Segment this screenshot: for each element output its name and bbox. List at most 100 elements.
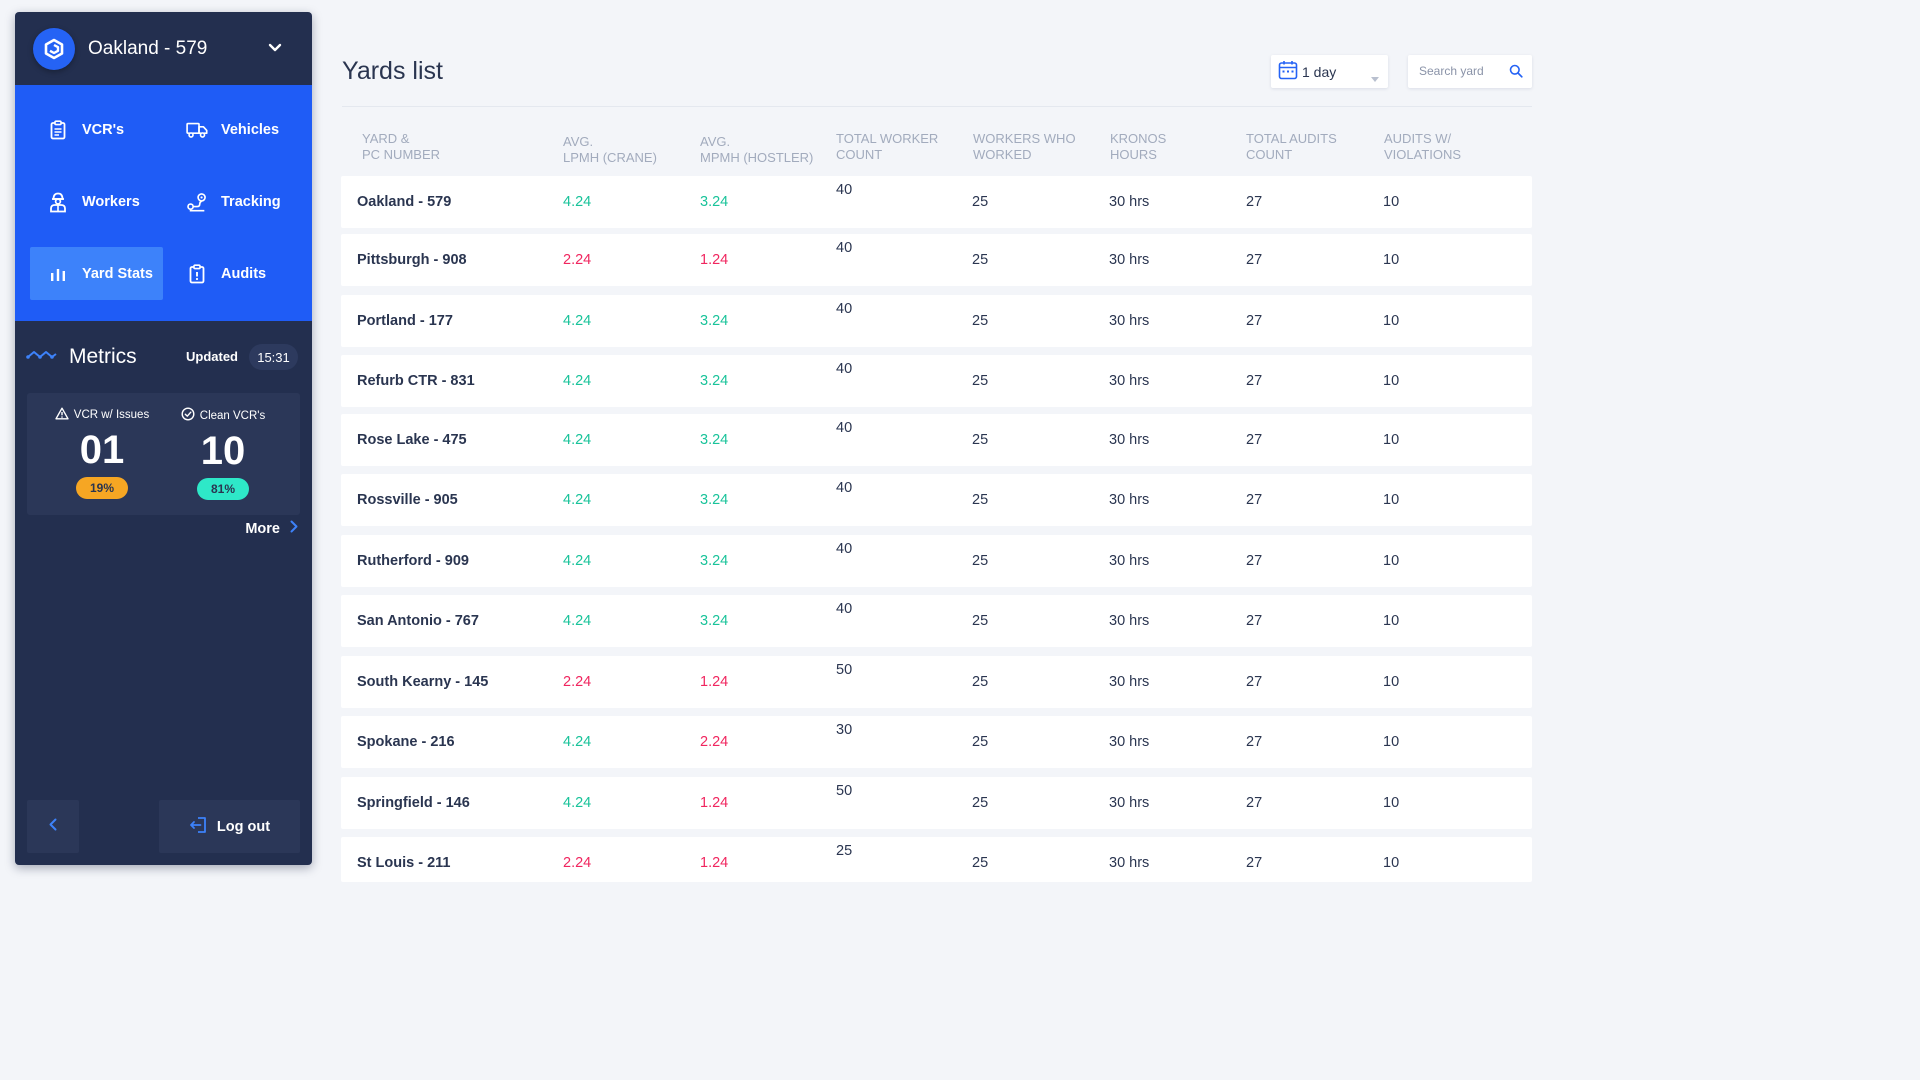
mpmh-cell: 1.24 [700, 795, 729, 811]
total-worker-count-cell: 40 [836, 240, 853, 256]
truck-icon [186, 119, 208, 141]
total-worker-count-cell: 40 [836, 420, 853, 436]
total-audits-count-cell: 27 [1246, 432, 1263, 448]
header-divider [342, 106, 1532, 107]
search-icon[interactable] [1509, 64, 1523, 83]
total-audits-count-cell: 27 [1246, 373, 1263, 389]
workers-who-worked-cell: 25 [972, 553, 989, 569]
audits-with-violations-cell: 10 [1383, 674, 1400, 690]
workers-who-worked-cell: 25 [972, 734, 989, 750]
kronos-hours-cell: 30 hrs [1109, 553, 1150, 569]
logout-button[interactable]: Log out [159, 800, 300, 853]
audits-with-violations-cell: 10 [1383, 492, 1400, 508]
vcr-issues-label: VCR w/ Issues [73, 409, 150, 421]
lpmh-cell: 4.24 [563, 194, 592, 210]
nav-item-vcrs[interactable]: VCR's [30, 103, 163, 156]
table-row[interactable]: Oakland - 579 4.24 3.24 40 25 30 hrs 27 … [341, 176, 1532, 228]
period-select[interactable]: 1 day [1271, 55, 1388, 88]
workers-who-worked-cell: 25 [972, 432, 989, 448]
kronos-hours-cell: 30 hrs [1109, 492, 1150, 508]
kronos-hours-cell: 30 hrs [1109, 252, 1150, 268]
yard-name-cell: Pittsburgh - 908 [357, 252, 467, 268]
yard-name-cell: Rossville - 905 [357, 492, 458, 508]
yard-name-cell: Oakland - 579 [357, 194, 452, 210]
check-circle-icon [181, 407, 200, 424]
app-logo-icon [33, 27, 75, 70]
column-header-yard[interactable]: YARD & PC NUMBER [362, 131, 440, 163]
workers-who-worked-cell: 25 [972, 613, 989, 629]
column-header-total-audits-count[interactable]: TOTAL AUDITS COUNT [1246, 131, 1337, 163]
collapse-sidebar-button[interactable] [27, 800, 79, 853]
table-row[interactable]: Rose Lake - 475 4.24 3.24 40 25 30 hrs 2… [341, 414, 1532, 466]
column-header-total-worker-count[interactable]: TOTAL WORKER COUNT [836, 131, 938, 163]
lpmh-cell: 2.24 [563, 674, 592, 690]
yard-name-cell: Springfield - 146 [357, 795, 470, 811]
audits-with-violations-cell: 10 [1383, 734, 1400, 750]
chevron-down-icon[interactable] [268, 40, 282, 58]
nav-item-audits[interactable]: Audits [169, 247, 302, 300]
yard-name-cell: Portland - 177 [357, 313, 453, 329]
total-audits-count-cell: 27 [1246, 734, 1263, 750]
table-row[interactable]: Pittsburgh - 908 2.24 1.24 40 25 30 hrs … [341, 234, 1532, 286]
search-input[interactable] [1419, 64, 1509, 78]
workers-who-worked-cell: 25 [972, 795, 989, 811]
nav-item-vehicles[interactable]: Vehicles [169, 103, 302, 156]
table-row[interactable]: San Antonio - 767 4.24 3.24 40 25 30 hrs… [341, 595, 1532, 647]
yard-selector[interactable]: Oakland - 579 [15, 12, 312, 85]
column-header-mpmh[interactable]: AVG. MPMH (HOSTLER) [700, 134, 813, 166]
nav-label-tracking: Tracking [221, 193, 281, 210]
table-row[interactable]: St Louis - 211 2.24 1.24 25 25 30 hrs 27… [341, 837, 1532, 882]
audits-with-violations-cell: 10 [1383, 373, 1400, 389]
table-row[interactable]: Refurb CTR - 831 4.24 3.24 40 25 30 hrs … [341, 355, 1532, 407]
total-worker-count-cell: 40 [836, 480, 853, 496]
kronos-hours-cell: 30 hrs [1109, 373, 1150, 389]
kronos-hours-cell: 30 hrs [1109, 432, 1150, 448]
table-row[interactable]: Spokane - 216 4.24 2.24 30 25 30 hrs 27 … [341, 716, 1532, 768]
vcr-issues-count: 01 [79, 428, 125, 472]
audits-with-violations-cell: 10 [1383, 252, 1400, 268]
total-worker-count-cell: 40 [836, 301, 853, 317]
workers-who-worked-cell: 25 [972, 492, 989, 508]
nav-item-yard-stats[interactable]: Yard Stats [30, 247, 163, 300]
mpmh-cell: 1.24 [700, 674, 729, 690]
yard-name-cell: San Antonio - 767 [357, 613, 479, 629]
kronos-hours-cell: 30 hrs [1109, 855, 1150, 871]
updated-label: Updated [186, 349, 238, 364]
kronos-hours-cell: 30 hrs [1109, 194, 1150, 210]
yard-name-cell: St Louis - 211 [357, 855, 451, 871]
table-row[interactable]: Rutherford - 909 4.24 3.24 40 25 30 hrs … [341, 535, 1532, 587]
lpmh-cell: 4.24 [563, 313, 592, 329]
clean-vcrs-percent-badge: 81% [197, 478, 249, 500]
total-audits-count-cell: 27 [1246, 194, 1263, 210]
table-row[interactable]: Portland - 177 4.24 3.24 40 25 30 hrs 27… [341, 295, 1532, 347]
sidebar: Oakland - 579 VCR's Vehicles Workers Tra… [15, 12, 312, 865]
kronos-hours-cell: 30 hrs [1109, 313, 1150, 329]
nav-item-workers[interactable]: Workers [30, 175, 163, 228]
column-header-lpmh[interactable]: AVG. LPMH (CRANE) [563, 134, 657, 166]
nav-label-vcrs: VCR's [82, 121, 125, 138]
audits-with-violations-cell: 10 [1383, 855, 1400, 871]
kronos-hours-cell: 30 hrs [1109, 795, 1150, 811]
table-row[interactable]: South Kearny - 145 2.24 1.24 50 25 30 hr… [341, 656, 1532, 708]
total-audits-count-cell: 27 [1246, 795, 1263, 811]
clean-vcrs-count: 10 [200, 429, 246, 473]
yard-name-cell: Rutherford - 909 [357, 553, 469, 569]
audits-with-violations-cell: 10 [1383, 194, 1400, 210]
mpmh-cell: 1.24 [700, 252, 729, 268]
logout-label: Log out [216, 818, 271, 835]
column-header-audits-with-violations[interactable]: AUDITS W/VIOLATIONS [1384, 131, 1461, 163]
table-row[interactable]: Springfield - 146 4.24 1.24 50 25 30 hrs… [341, 777, 1532, 829]
nav-item-tracking[interactable]: Tracking [169, 175, 302, 228]
more-link[interactable]: More [245, 520, 298, 537]
workers-who-worked-cell: 25 [972, 855, 989, 871]
logout-icon [189, 816, 217, 838]
clipboard-icon [47, 119, 69, 141]
column-header-kronos-hours[interactable]: KRONOS HOURS [1110, 131, 1166, 163]
worker-icon [47, 191, 69, 213]
mpmh-cell: 3.24 [700, 373, 729, 389]
clean-vcrs-metric: Clean VCR's 10 81% [163, 407, 283, 500]
column-header-workers-who-worked[interactable]: WORKERS WHO WORKED [973, 131, 1076, 163]
total-worker-count-cell: 40 [836, 601, 853, 617]
table-row[interactable]: Rossville - 905 4.24 3.24 40 25 30 hrs 2… [341, 474, 1532, 526]
metrics-header: Metrics Updated 15:31 [15, 321, 312, 393]
